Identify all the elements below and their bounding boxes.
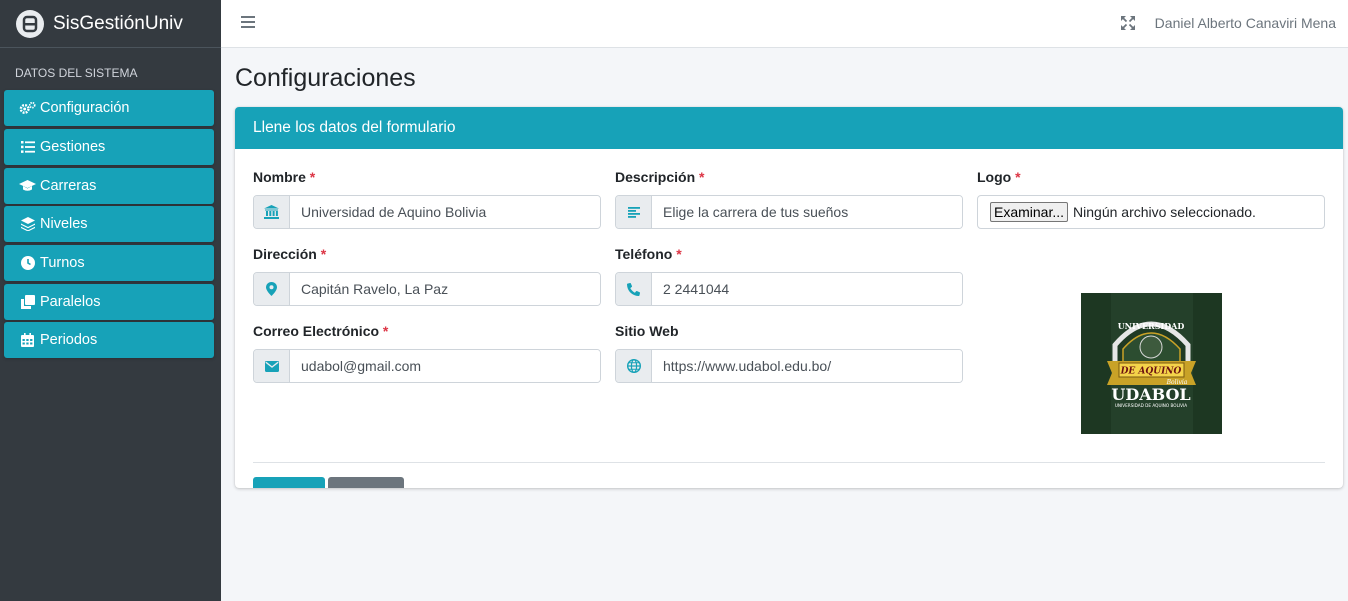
descripcion-label-text: Descripción: [615, 169, 696, 185]
clone-icon: [19, 294, 36, 311]
envelope-icon: [254, 350, 290, 382]
required-mark: *: [309, 169, 316, 185]
sidebar-item-turnos[interactable]: Turnos: [4, 245, 214, 281]
clock-icon: [19, 255, 36, 272]
card-header: Llene los datos del formulario: [235, 107, 1343, 149]
sidebar-item-label: Carreras: [40, 178, 97, 194]
align-left-icon: [616, 196, 652, 228]
sidebar-item-niveles[interactable]: Niveles: [4, 206, 214, 242]
logo-preview-image: UNIVERSIDAD DE AQUINO Bolivia UDABOL UNI…: [1081, 293, 1222, 434]
required-mark: *: [676, 246, 682, 262]
calendar-icon: [19, 332, 36, 349]
correo-field: [253, 349, 601, 383]
telefono-input[interactable]: [652, 273, 962, 305]
sidebar-item-label: Periodos: [40, 332, 98, 348]
expand-icon[interactable]: [1121, 16, 1135, 30]
descripcion-field: [615, 195, 963, 229]
list-icon: [19, 139, 36, 156]
sidebar: SisGestiónUniv DATOS DEL SISTEMA Configu…: [0, 0, 221, 601]
sitio-label-text: Sitio Web: [615, 323, 679, 339]
correo-label-text: Correo Electrónico: [253, 323, 380, 339]
cogs-icon: [19, 100, 36, 117]
telefono-label-text: Teléfono: [615, 246, 673, 262]
user-name[interactable]: Daniel Alberto Canaviri Mena: [1155, 15, 1336, 31]
nombre-label: Nombre *: [253, 169, 315, 185]
sidebar-item-carreras[interactable]: Carreras: [4, 168, 214, 204]
nombre-input[interactable]: [290, 196, 600, 228]
nombre-field: [253, 195, 601, 229]
direccion-field: [253, 272, 601, 306]
direccion-input[interactable]: [290, 273, 600, 305]
direccion-label-text: Dirección: [253, 246, 317, 262]
sidebar-item-gestiones[interactable]: Gestiones: [4, 129, 214, 165]
direccion-label: Dirección *: [253, 246, 326, 262]
logo-arc-text: UNIVERSIDAD: [1118, 321, 1185, 331]
sitio-field: [615, 349, 963, 383]
university-icon: [254, 196, 290, 228]
required-mark: *: [382, 323, 389, 339]
sidebar-item-periodos[interactable]: Periodos: [4, 322, 214, 358]
telefono-field: [615, 272, 963, 306]
form-divider: [253, 462, 1325, 463]
logo-label: Logo *: [977, 169, 1021, 185]
required-mark: *: [699, 169, 705, 185]
logo-banner-text: DE AQUINO: [1120, 367, 1182, 377]
descripcion-input[interactable]: [652, 196, 962, 228]
logo-label-text: Logo: [977, 169, 1012, 185]
phone-icon: [616, 273, 652, 305]
logo-file-input: Examinar... Ningún archivo seleccionado.: [977, 195, 1325, 229]
sidebar-item-label: Turnos: [40, 255, 85, 271]
logo-name-text: UDABOL: [1111, 385, 1190, 404]
logo-subtitle-text: UNIVERSIDAD DE AQUINO BOLIVIA: [1115, 403, 1187, 408]
required-mark: *: [320, 246, 327, 262]
cancel-button[interactable]: Cancelar: [328, 477, 404, 488]
logo-icon: [16, 9, 44, 38]
graduation-cap-icon: [19, 178, 36, 195]
nombre-label-text: Nombre: [253, 169, 306, 185]
hamburger-menu-icon[interactable]: [241, 16, 255, 30]
descripcion-label: Descripción *: [615, 169, 704, 185]
sitio-label: Sitio Web: [615, 323, 679, 339]
file-status: Ningún archivo seleccionado.: [1073, 204, 1256, 220]
sidebar-item-configuracion[interactable]: Configuración: [4, 90, 214, 126]
sidebar-item-paralelos[interactable]: Paralelos: [4, 284, 214, 320]
brand[interactable]: SisGestiónUniv: [0, 0, 221, 48]
topbar: Daniel Alberto Canaviri Mena: [221, 0, 1348, 48]
telefono-label: Teléfono *: [615, 246, 682, 262]
map-marker-icon: [254, 273, 290, 305]
globe-icon: [616, 350, 652, 382]
sidebar-item-label: Configuración: [40, 100, 130, 116]
required-mark: *: [1015, 169, 1021, 185]
sidebar-item-label: Gestiones: [40, 139, 106, 155]
sidebar-item-label: Paralelos: [40, 294, 101, 310]
layers-icon: [19, 216, 36, 233]
browse-button[interactable]: Examinar...: [990, 202, 1069, 222]
sitio-input[interactable]: [652, 350, 962, 382]
correo-input[interactable]: [290, 350, 600, 382]
page-title: Configuraciones: [235, 64, 416, 92]
correo-label: Correo Electrónico *: [253, 323, 388, 339]
config-form-card: Llene los datos del formulario Nombre * …: [235, 107, 1343, 488]
brand-name: SisGestiónUniv: [53, 12, 183, 34]
save-button[interactable]: Guardar: [253, 477, 325, 488]
nav-header: DATOS DEL SISTEMA: [15, 66, 138, 80]
sidebar-item-label: Niveles: [40, 216, 88, 232]
